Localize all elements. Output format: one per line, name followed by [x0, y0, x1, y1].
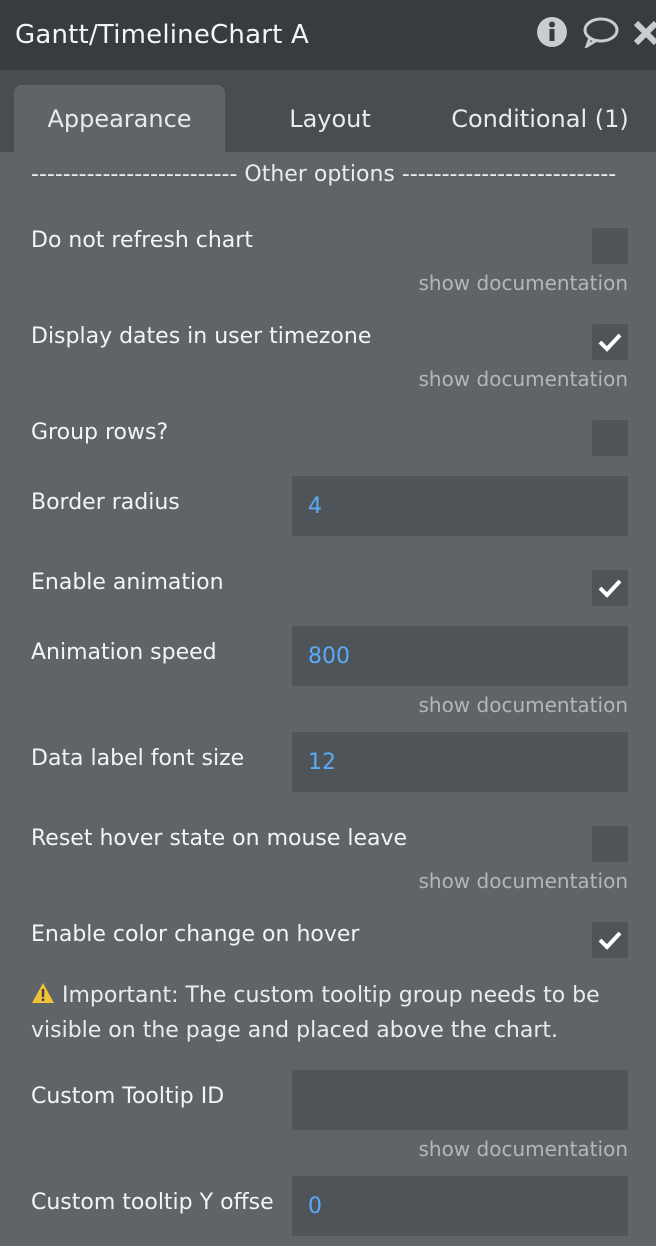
enable-animation-checkbox[interactable] — [592, 570, 628, 606]
custom-tooltip-id-input[interactable] — [292, 1070, 628, 1130]
show-documentation-link[interactable]: show documentation — [418, 869, 628, 893]
show-documentation-link[interactable]: show documentation — [418, 693, 628, 717]
user-timezone-checkbox[interactable] — [592, 324, 628, 360]
reset-hover-checkbox[interactable] — [592, 826, 628, 862]
custom-tooltip-y-label: Custom tooltip Y offse — [31, 1190, 274, 1215]
panel-header: Gantt/TimelineChart A — [0, 0, 656, 70]
animation-speed-label: Animation speed — [31, 640, 217, 665]
checkmark-icon — [598, 579, 622, 598]
animation-speed-input[interactable]: 800 — [292, 626, 628, 686]
warning-icon — [32, 983, 54, 1003]
border-radius-input[interactable]: 4 — [292, 476, 628, 536]
custom-tooltip-y-input[interactable]: 0 — [292, 1176, 628, 1236]
data-label-font-size-input[interactable]: 12 — [292, 732, 628, 792]
warning-text: Important: The custom tooltip group need… — [31, 983, 600, 1043]
tooltip-warning: Important: The custom tooltip group need… — [31, 978, 631, 1048]
color-change-hover-label: Enable color change on hover — [31, 922, 360, 947]
info-icon[interactable] — [536, 16, 568, 52]
show-documentation-link[interactable]: show documentation — [418, 1137, 628, 1161]
close-icon[interactable] — [632, 17, 656, 51]
reset-hover-label: Reset hover state on mouse leave — [31, 826, 408, 851]
show-documentation-link[interactable]: show documentation — [418, 367, 628, 391]
checkmark-icon — [598, 931, 622, 950]
user-timezone-label: Display dates in user timezone — [31, 324, 372, 349]
tab-conditional[interactable]: Conditional (1) — [440, 85, 640, 152]
comment-icon[interactable] — [582, 16, 620, 52]
border-radius-label: Border radius — [31, 490, 180, 515]
panel-title: Gantt/TimelineChart A — [15, 20, 309, 50]
checkmark-icon — [598, 333, 622, 352]
group-rows-label: Group rows? — [31, 420, 169, 445]
tab-appearance[interactable]: Appearance — [14, 85, 225, 152]
enable-animation-label: Enable animation — [31, 570, 224, 595]
data-label-font-size-label: Data label font size — [31, 746, 245, 771]
show-documentation-link[interactable]: show documentation — [418, 271, 628, 295]
color-change-hover-checkbox[interactable] — [592, 922, 628, 958]
do-not-refresh-checkbox[interactable] — [592, 228, 628, 264]
tab-bar: Appearance Layout Conditional (1) — [0, 70, 656, 152]
do-not-refresh-label: Do not refresh chart — [31, 228, 253, 253]
group-rows-checkbox[interactable] — [592, 420, 628, 456]
custom-tooltip-id-label: Custom Tooltip ID — [31, 1084, 225, 1109]
tab-layout[interactable]: Layout — [240, 85, 420, 152]
section-divider: -------------------------- Other options… — [31, 162, 617, 187]
